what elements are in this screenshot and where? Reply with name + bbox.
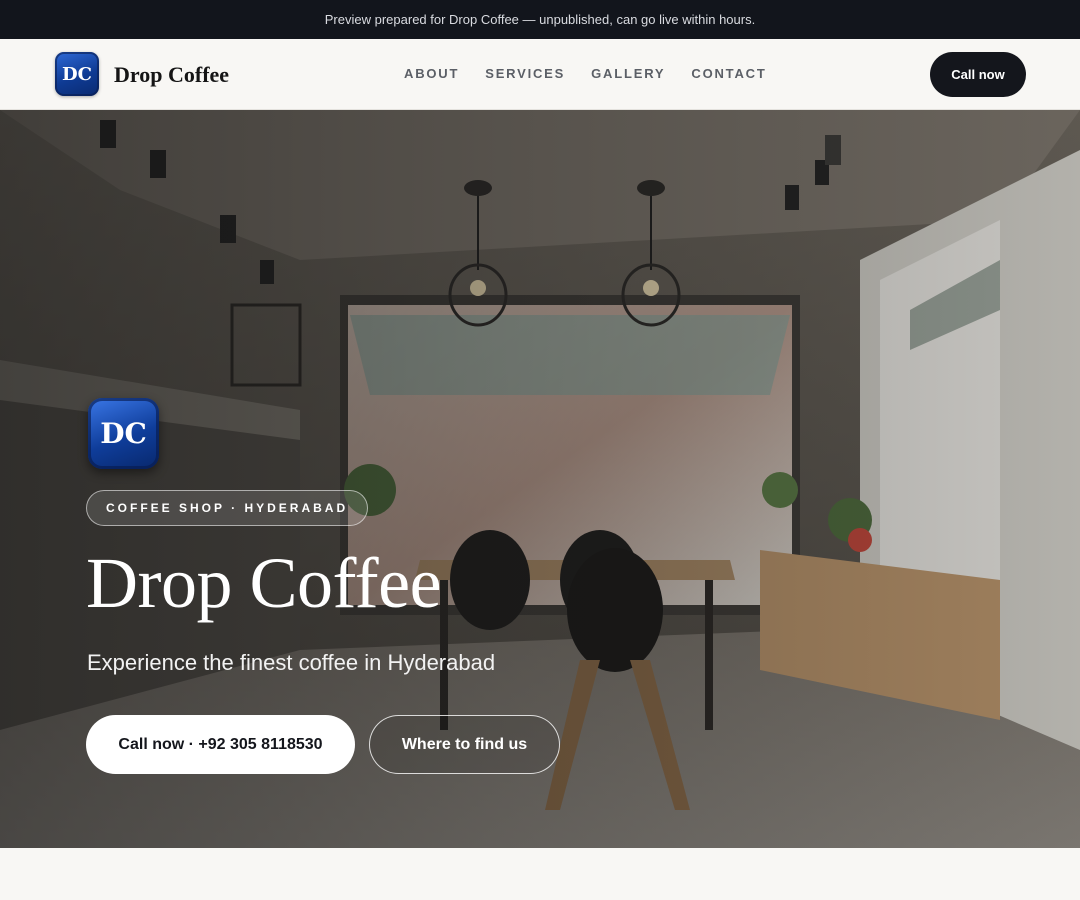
preview-banner-text: Preview prepared for Drop Coffee — unpub… [324,12,756,27]
call-now-button[interactable]: Call now [930,52,1026,97]
hero-subtitle: Experience the finest coffee in Hyderaba… [87,650,496,675]
hero-logo: DC [88,398,159,469]
preview-banner: Preview prepared for Drop Coffee — unpub… [0,0,1080,39]
top-navigation: DC Drop Coffee ABOUT SERVICES GALLERY CO… [0,39,1080,110]
hero-title: Drop Coffee [86,543,442,623]
nav-link-about[interactable]: ABOUT [404,66,459,81]
category-tag: COFFEE SHOP · HYDERABAD [86,490,369,526]
nav-link-services[interactable]: SERVICES [485,66,565,81]
call-phone-button[interactable]: Call now · +92 305 8118530 [86,715,355,774]
hero-section: DC COFFEE SHOP · HYDERABAD Drop Coffee E… [0,110,1080,848]
hero-logo-initials: DC [100,417,147,450]
nav-link-gallery[interactable]: GALLERY [591,66,665,81]
find-us-button[interactable]: Where to find us [369,715,560,774]
main-menu: ABOUT SERVICES GALLERY CONTACT [404,66,767,81]
brand-logo[interactable]: DC [55,52,99,96]
category-tag-label: COFFEE SHOP · HYDERABAD [106,501,349,515]
brand-name[interactable]: Drop Coffee [114,62,229,88]
brand-logo-initials: DC [62,63,92,85]
nav-link-contact[interactable]: CONTACT [691,66,766,81]
